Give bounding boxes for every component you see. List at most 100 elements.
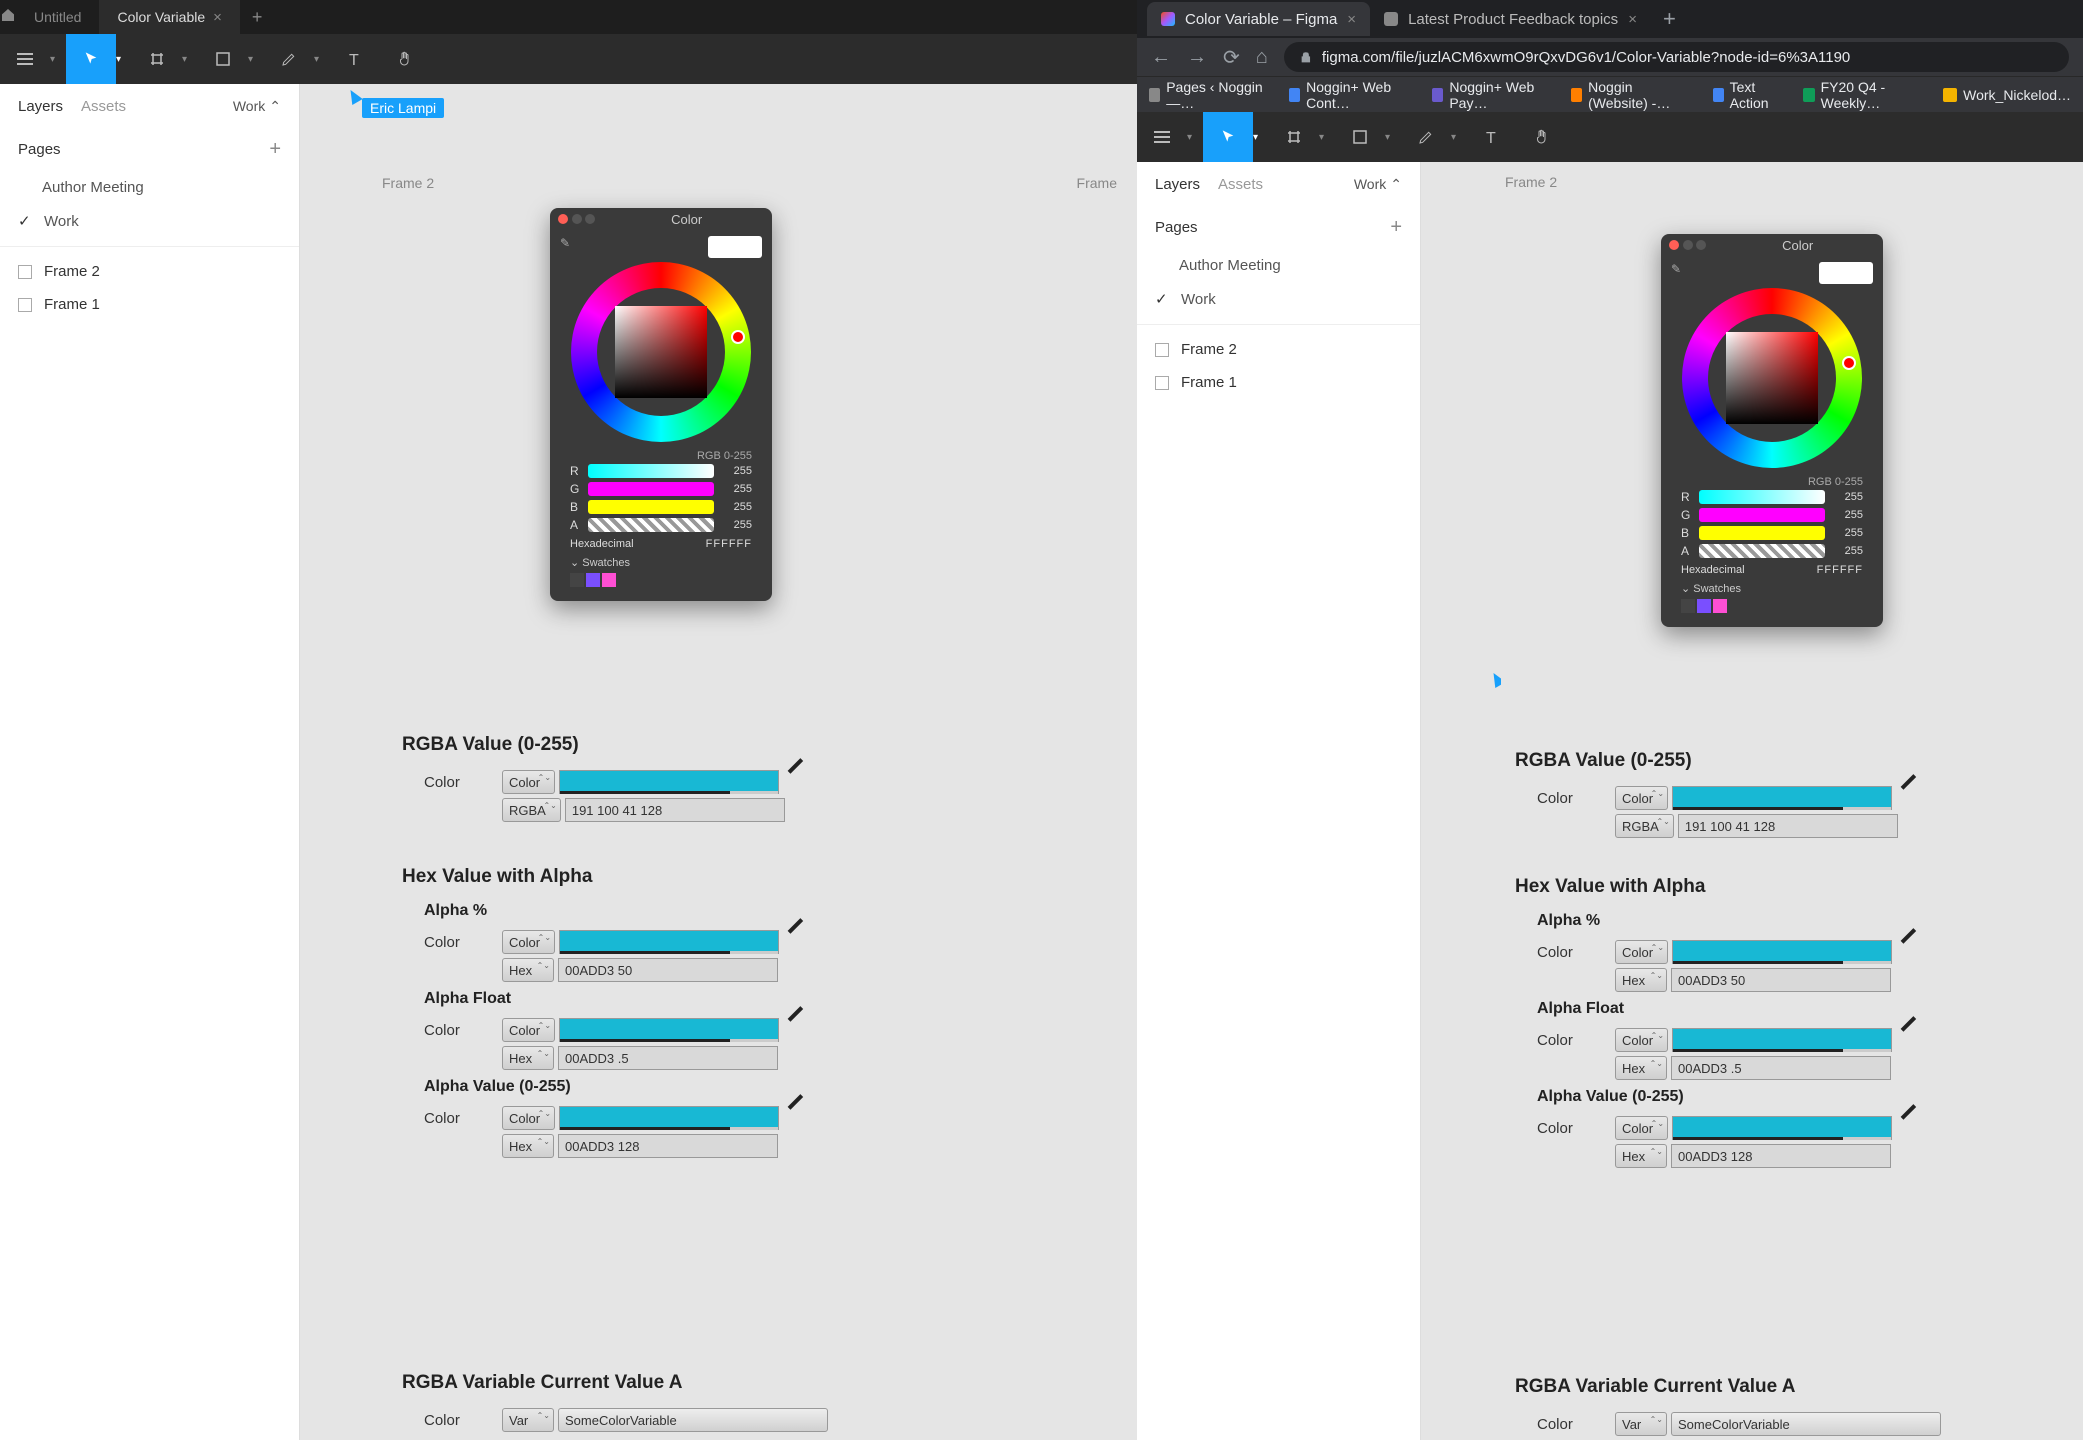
format-dropdown[interactable]: Hex: [1615, 1144, 1667, 1168]
page-item-work[interactable]: ✓Work: [0, 204, 299, 238]
chevron-down-icon[interactable]: ▾: [1319, 132, 1329, 143]
add-page-button[interactable]: +: [1390, 216, 1402, 239]
layer-frame-2[interactable]: Frame 2: [1137, 333, 1420, 366]
layers-tab[interactable]: Layers: [18, 98, 63, 115]
type-dropdown[interactable]: Color: [1615, 940, 1668, 964]
format-dropdown[interactable]: Hex: [502, 958, 554, 982]
app-tab-color-variable[interactable]: Color Variable ×: [99, 0, 239, 34]
format-dropdown[interactable]: Hex: [502, 1046, 554, 1070]
move-tool-icon[interactable]: [1203, 112, 1253, 162]
hand-tool-icon[interactable]: [380, 34, 430, 84]
type-dropdown[interactable]: Color: [1615, 1116, 1668, 1140]
add-page-button[interactable]: +: [269, 138, 281, 161]
pencil-icon[interactable]: [1898, 941, 1920, 963]
color-bar[interactable]: [559, 1018, 779, 1042]
chevron-down-icon[interactable]: ▾: [116, 54, 126, 65]
pencil-icon[interactable]: [1898, 1117, 1920, 1139]
type-dropdown[interactable]: Color: [1615, 786, 1668, 810]
page-item-work[interactable]: ✓Work: [1137, 282, 1420, 316]
pencil-icon[interactable]: [1898, 787, 1920, 809]
format-dropdown[interactable]: Hex: [1615, 1056, 1667, 1080]
bookmark-item[interactable]: Pages ‹ Noggin —…: [1149, 79, 1269, 111]
chevron-down-icon[interactable]: ▾: [1451, 132, 1461, 143]
value-field[interactable]: 00ADD3 128: [1671, 1144, 1891, 1168]
color-bar[interactable]: [1672, 786, 1892, 810]
browser-tab-figma[interactable]: Color Variable – Figma ×: [1147, 2, 1370, 36]
canvas[interactable]: Eric Lampi Frame 2 Frame Color ✎: [300, 84, 1137, 1440]
menu-icon[interactable]: [0, 34, 50, 84]
value-field[interactable]: 00ADD3 .5: [558, 1046, 778, 1070]
close-icon[interactable]: ×: [1628, 11, 1637, 28]
format-dropdown[interactable]: RGBA: [1615, 814, 1674, 838]
layer-frame-2[interactable]: Frame 2: [0, 255, 299, 288]
chevron-down-icon[interactable]: ▾: [50, 54, 60, 65]
back-button[interactable]: ←: [1151, 46, 1171, 69]
pencil-icon[interactable]: [785, 771, 807, 793]
shape-tool-icon[interactable]: [198, 34, 248, 84]
color-bar[interactable]: [1672, 1028, 1892, 1052]
value-field[interactable]: 00ADD3 .5: [1671, 1056, 1891, 1080]
color-bar[interactable]: [559, 1106, 779, 1130]
type-dropdown[interactable]: Var: [1615, 1412, 1667, 1436]
bookmark-item[interactable]: FY20 Q4 - Weekly…: [1803, 79, 1923, 111]
bookmark-item[interactable]: Noggin+ Web Cont…: [1289, 79, 1412, 111]
value-field[interactable]: 191 100 41 128: [565, 798, 785, 822]
pencil-icon[interactable]: [785, 1019, 807, 1041]
close-icon[interactable]: ×: [213, 9, 222, 26]
url-field[interactable]: figma.com/file/juzlACM6xwmO9rQxvDG6v1/Co…: [1284, 42, 2069, 72]
frame-tool-icon[interactable]: [132, 34, 182, 84]
page-selector[interactable]: Work ⌃: [233, 98, 281, 115]
color-bar[interactable]: [559, 930, 779, 954]
pencil-icon[interactable]: [785, 1107, 807, 1129]
text-tool-icon[interactable]: T: [1467, 112, 1517, 162]
bookmark-item[interactable]: Work_Nickelod…: [1943, 87, 2071, 103]
canvas[interactable]: Frame 2 Eric Lampi Color ✎ RGB 0: [1421, 162, 2083, 1440]
reload-button[interactable]: ⟳: [1223, 45, 1240, 70]
move-tool-icon[interactable]: [66, 34, 116, 84]
color-bar[interactable]: [1672, 1116, 1892, 1140]
menu-icon[interactable]: [1137, 112, 1187, 162]
app-tab-untitled[interactable]: Untitled: [16, 0, 99, 34]
pencil-icon[interactable]: [1898, 1029, 1920, 1051]
frame-label[interactable]: Frame 2: [382, 175, 434, 191]
value-field[interactable]: 00ADD3 128: [558, 1134, 778, 1158]
page-item-author-meeting[interactable]: Author Meeting: [1137, 249, 1420, 282]
format-dropdown[interactable]: Hex: [1615, 968, 1667, 992]
layers-tab[interactable]: Layers: [1155, 176, 1200, 193]
value-field[interactable]: 00ADD3 50: [558, 958, 778, 982]
chevron-down-icon[interactable]: ▾: [1253, 132, 1263, 143]
format-dropdown[interactable]: RGBA: [502, 798, 561, 822]
shape-tool-icon[interactable]: [1335, 112, 1385, 162]
value-field[interactable]: 00ADD3 50: [1671, 968, 1891, 992]
type-dropdown[interactable]: Color: [502, 770, 555, 794]
pen-tool-icon[interactable]: [264, 34, 314, 84]
format-dropdown[interactable]: Hex: [502, 1134, 554, 1158]
text-tool-icon[interactable]: T: [330, 34, 380, 84]
assets-tab[interactable]: Assets: [1218, 176, 1263, 193]
chevron-down-icon[interactable]: ▾: [248, 54, 258, 65]
color-bar[interactable]: [1672, 940, 1892, 964]
assets-tab[interactable]: Assets: [81, 98, 126, 115]
home-button[interactable]: ⌂: [1256, 46, 1268, 69]
variable-dropdown[interactable]: SomeColorVariable: [1671, 1412, 1941, 1436]
type-dropdown[interactable]: Color: [1615, 1028, 1668, 1052]
page-item-author-meeting[interactable]: Author Meeting: [0, 171, 299, 204]
home-icon[interactable]: [0, 7, 16, 28]
pen-tool-icon[interactable]: [1401, 112, 1451, 162]
forward-button[interactable]: →: [1187, 46, 1207, 69]
frame-tool-icon[interactable]: [1269, 112, 1319, 162]
new-tab-button[interactable]: +: [1651, 6, 1688, 32]
frame-label[interactable]: Frame: [1077, 175, 1117, 191]
hand-tool-icon[interactable]: [1517, 112, 1567, 162]
chevron-down-icon[interactable]: ▾: [1187, 132, 1197, 143]
bookmark-item[interactable]: Noggin (Website) -…: [1571, 79, 1693, 111]
frame-label[interactable]: Frame 2: [1505, 174, 1557, 190]
type-dropdown[interactable]: Var: [502, 1408, 554, 1432]
variable-dropdown[interactable]: SomeColorVariable: [558, 1408, 828, 1432]
layer-frame-1[interactable]: Frame 1: [0, 288, 299, 321]
page-selector[interactable]: Work ⌃: [1354, 176, 1402, 193]
pencil-icon[interactable]: [785, 931, 807, 953]
browser-tab-feedback[interactable]: Latest Product Feedback topics ×: [1370, 2, 1651, 36]
chevron-down-icon[interactable]: ▾: [182, 54, 192, 65]
chevron-down-icon[interactable]: ▾: [1385, 132, 1395, 143]
